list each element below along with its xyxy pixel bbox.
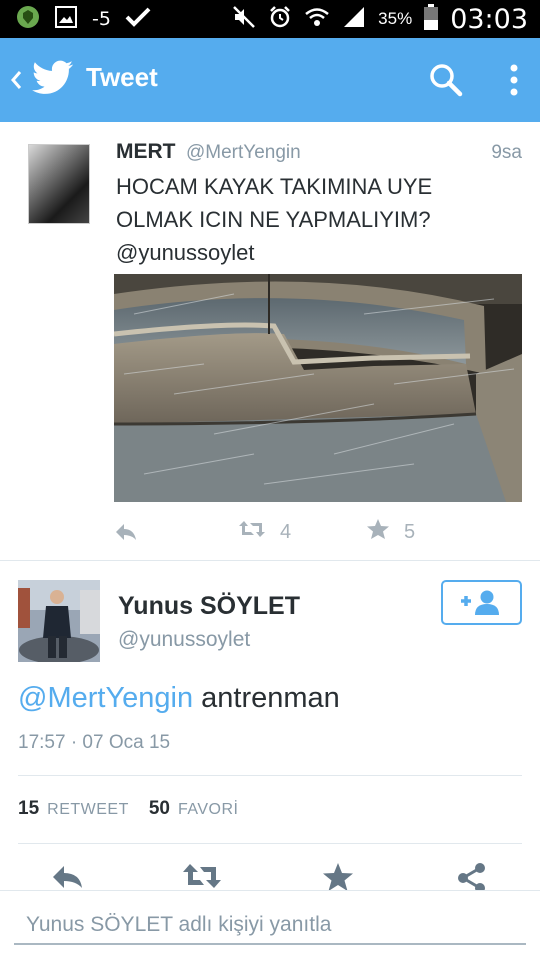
signal-icon [342, 5, 366, 34]
overflow-menu-icon[interactable] [500, 60, 528, 100]
twitter-bird-icon [32, 60, 74, 96]
avatar[interactable] [28, 144, 90, 224]
add-user-icon [459, 589, 505, 622]
wifi-icon [304, 5, 330, 34]
retweet-icon [238, 519, 266, 545]
mute-icon [232, 5, 256, 34]
tweet-text-line: HOCAM KAYAK TAKIMINA UYE [116, 174, 433, 199]
tweet-text: @MertYengin antrenman [18, 682, 340, 715]
reply-icon[interactable] [50, 862, 90, 890]
battery-percent: 35% [378, 9, 413, 28]
back-icon[interactable] [6, 62, 28, 98]
reply-input[interactable] [14, 907, 526, 945]
share-icon[interactable] [456, 862, 496, 893]
tweet-time: 9sa [491, 142, 522, 163]
tweet-timestamp: 17:57 · 07 Oca 15 [18, 732, 171, 753]
app-bar: Tweet [0, 38, 540, 122]
battery-icon [424, 3, 439, 35]
reply-icon[interactable] [114, 518, 138, 546]
tweet-action-bar [0, 862, 540, 893]
tweet-mention-link[interactable]: @yunussoylet [116, 236, 516, 269]
favorite-count[interactable]: 50 [149, 798, 170, 820]
avatar[interactable] [18, 580, 100, 662]
favorite-count: 5 [404, 520, 416, 543]
divider [0, 560, 540, 561]
divider [18, 775, 522, 776]
retweet-label[interactable]: RETWEET [47, 801, 129, 819]
favorite-label[interactable]: FAVORİ [178, 801, 239, 819]
alarm-icon [268, 5, 292, 34]
tweet-author-handle[interactable]: @MertYengin [186, 142, 301, 164]
tweet-author-handle[interactable]: @yunussoylet [118, 628, 250, 652]
clock: 03:03 [450, 3, 528, 35]
reply-bar [0, 890, 540, 960]
tweet-author-name[interactable]: MERT [116, 140, 176, 164]
tweet-text-body: antrenman [193, 682, 340, 714]
page-title: Tweet [86, 62, 158, 92]
tweet-author-name[interactable]: Yunus SÖYLET [118, 592, 300, 621]
tweet-photo[interactable] [114, 274, 522, 502]
favorite-icon [366, 518, 390, 546]
tweet-text: HOCAM KAYAK TAKIMINA UYE OLMAK ICIN NE Y… [116, 170, 516, 269]
tweet-text-line: OLMAK ICIN NE YAPMALIYIM? [116, 207, 431, 232]
follow-button[interactable] [441, 580, 522, 625]
status-bar: -5 35% 03:03 [0, 0, 540, 38]
retweet-icon[interactable] [182, 862, 222, 890]
tweet-actions: 4 5 [114, 518, 514, 546]
check-icon [125, 6, 151, 33]
divider [18, 843, 522, 844]
favorite-button[interactable]: 5 [366, 518, 415, 546]
shield-app-icon [16, 5, 40, 34]
search-icon[interactable] [428, 62, 464, 98]
retweet-count: 4 [280, 520, 292, 543]
retweet-button[interactable]: 4 [238, 518, 291, 546]
retweet-count[interactable]: 15 [18, 798, 39, 820]
temperature-text: -5 [92, 8, 111, 30]
gallery-icon [54, 5, 78, 34]
tweet-mention-link[interactable]: @MertYengin [18, 682, 193, 714]
favorite-icon[interactable] [322, 862, 362, 891]
tweet-stats: 15 RETWEET 50 FAVORİ [18, 798, 251, 820]
